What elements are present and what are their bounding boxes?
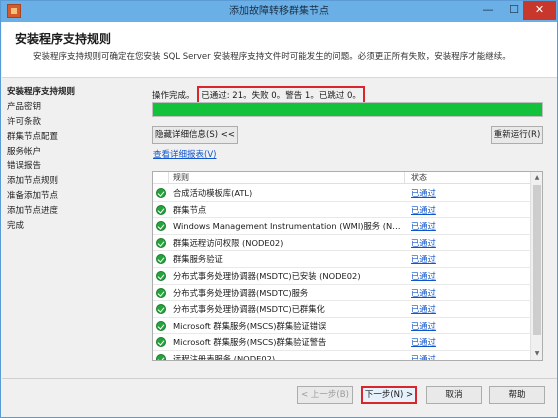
rule-name: 远程注册表服务 (NODE02) [173,353,276,361]
grid-rows: 合成活动模板库(ATL) 已通过 群集节点 已通过 Windows Manageme… [153,185,530,361]
nav-step-add-node-rules[interactable]: 添加节点规则 [7,174,137,189]
grid-header-icon-col [153,172,169,184]
grid-header: 规则 状态 [153,172,530,184]
window-title: 添加故障转移群集节点 [229,6,329,17]
hide-details-button[interactable]: 隐藏详细信息(S) << [152,126,238,144]
nav-step-product-key[interactable]: 产品密钥 [7,100,137,115]
table-row[interactable]: 群集远程访问权限 (NODE02) 已通过 [153,235,530,252]
main-content: 操作完成。 已通过: 21。失败 0。警告 1。已跳过 0。 隐藏详细信息(S)… [148,81,548,381]
passed-check-icon [156,353,166,360]
help-button[interactable]: 帮助 [489,386,545,404]
rule-name: 分布式事务处理协调器(MSDTC)已安装 (NODE02) [173,270,361,281]
grid-header-status[interactable]: 状态 [405,172,530,184]
rule-status-link[interactable]: 已通过 [411,351,436,360]
rule-status-link[interactable]: 已通过 [411,251,436,267]
nav-step-complete[interactable]: 完成 [7,219,137,234]
nav-step-setup-support-rules[interactable]: 安装程序支持规则 [7,85,137,100]
rerun-button[interactable]: 重新运行(R) [491,126,543,144]
rule-name: Microsoft 群集服务(MSCS)群集验证警告 [173,337,327,348]
table-row[interactable]: Windows Management Instrumentation (WMI)… [153,218,530,235]
grid-scrollbar[interactable]: ▲ ▼ [530,172,542,360]
scroll-down-arrow-icon[interactable]: ▼ [531,348,542,360]
passed-check-icon [156,188,166,198]
page-title: 安装程序支持规则 [15,32,112,46]
rule-status-link[interactable]: 已通过 [411,235,436,251]
page-description: 安装程序支持规则可确定在您安装 SQL Server 安装程序支持文件时可能发生… [33,52,511,62]
rule-name: Microsoft 群集服务(MSCS)群集验证错误 [173,320,327,331]
table-row[interactable]: 分布式事务处理协调器(MSDTC)服务 已通过 [153,285,530,302]
rule-name: 群集远程访问权限 (NODE02) [173,237,284,248]
rule-status-link[interactable]: 已通过 [411,185,436,201]
nav-step-error-reporting[interactable]: 错误报告 [7,159,137,174]
rules-grid: 规则 状态 合成活动模板库(ATL) 已通过 群集节点 已通过 Windows Ma… [152,171,543,361]
nav-step-license-terms[interactable]: 许可条款 [7,115,137,130]
scroll-thumb[interactable] [533,185,541,335]
back-button[interactable]: < 上一步(B) [297,386,353,404]
table-row[interactable]: 分布式事务处理协调器(MSDTC)已安装 (NODE02) 已通过 [153,268,530,285]
table-row[interactable]: 分布式事务处理协调器(MSDTC)已群集化 已通过 [153,301,530,318]
passed-check-icon [156,320,166,331]
rule-status-link[interactable]: 已通过 [411,301,436,317]
passed-check-icon [156,204,166,215]
title-bar[interactable]: 添加故障转移群集节点 — ☐ ✕ [1,1,557,22]
progress-fill [153,103,542,116]
rule-status-link[interactable]: 已通过 [411,218,436,234]
passed-check-icon [156,254,166,265]
nav-step-add-node-progress[interactable]: 添加节点进度 [7,204,137,219]
passed-check-icon [156,337,166,348]
passed-check-icon [156,270,166,281]
wizard-step-nav: 安装程序支持规则 产品密钥 许可条款 群集节点配置 服务帐户 错误报告 添加节点… [7,85,137,234]
rule-status-link[interactable]: 已通过 [411,334,436,350]
nav-step-ready-to-add-node[interactable]: 准备添加节点 [7,189,137,204]
progress-bar [152,102,543,117]
next-button[interactable]: 下一步(N) > [361,386,417,404]
rule-name: 群集服务验证 [173,254,223,265]
rule-status-link[interactable]: 已通过 [411,268,436,284]
table-row[interactable]: 群集节点 已通过 [153,202,530,219]
dialog-window: 添加故障转移群集节点 — ☐ ✕ 安装程序支持规则 安装程序支持规则可确定在您安… [0,0,558,418]
passed-check-icon [156,237,166,248]
nav-step-cluster-node-config[interactable]: 群集节点配置 [7,130,137,145]
passed-check-icon [156,304,166,315]
rule-name: 分布式事务处理协调器(MSDTC)已群集化 [173,304,325,315]
operation-complete-label: 操作完成。 [152,91,195,101]
page-header: 安装程序支持规则 安装程序支持规则可确定在您安装 SQL Server 安装程序… [2,22,557,78]
close-button[interactable]: ✕ [523,1,556,20]
table-row[interactable]: 合成活动模板库(ATL) 已通过 [153,185,530,202]
table-row[interactable]: Microsoft 群集服务(MSCS)群集验证警告 已通过 [153,334,530,351]
minimize-button[interactable]: — [475,1,501,20]
rule-status-link[interactable]: 已通过 [411,318,436,334]
rule-status-link[interactable]: 已通过 [411,285,436,301]
passed-check-icon [156,287,166,298]
grid-header-rule[interactable]: 规则 [169,172,405,184]
view-detailed-report-link[interactable]: 查看详细报表(V) [153,148,216,160]
table-row[interactable]: Microsoft 群集服务(MSCS)群集验证错误 已通过 [153,318,530,335]
cancel-button[interactable]: 取消 [426,386,482,404]
rule-name: 群集节点 [173,204,207,215]
rule-name: 分布式事务处理协调器(MSDTC)服务 [173,287,309,298]
table-row[interactable]: 远程注册表服务 (NODE02) 已通过 [153,351,530,361]
passed-check-icon [156,221,166,232]
table-row[interactable]: 群集服务验证 已通过 [153,251,530,268]
footer-divider [2,378,557,379]
rule-name: 合成活动模板库(ATL) [173,188,253,198]
rule-status-link[interactable]: 已通过 [411,202,436,218]
scroll-up-arrow-icon[interactable]: ▲ [531,172,542,184]
rule-name: Windows Management Instrumentation (WMI)… [173,221,403,232]
nav-step-service-accounts[interactable]: 服务帐户 [7,145,137,160]
